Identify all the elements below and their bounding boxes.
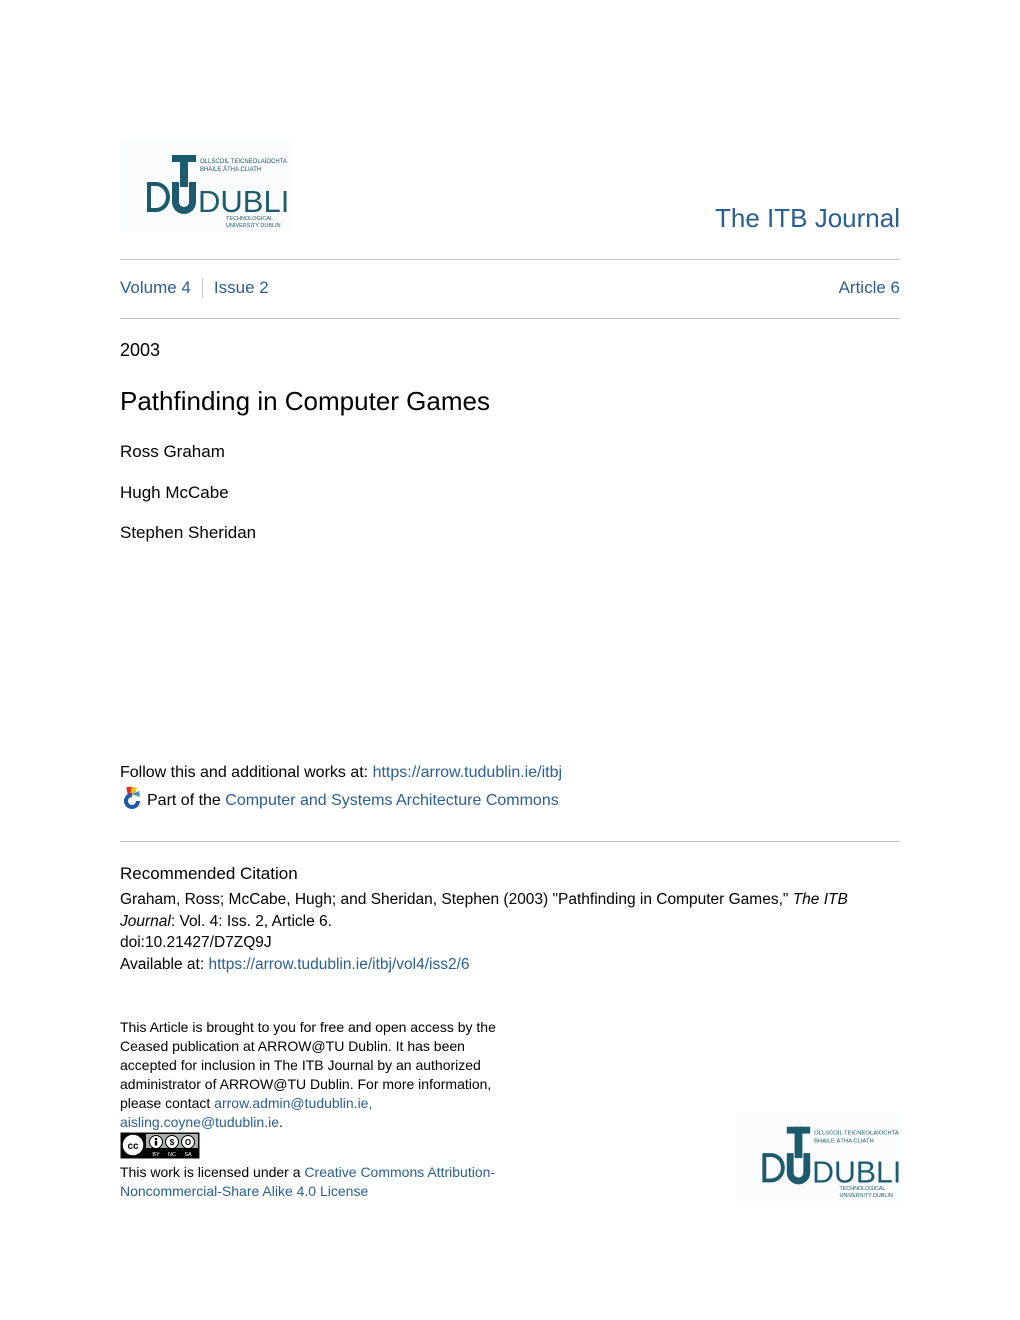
commons-link[interactable]: Computer and Systems Architecture Common… (225, 792, 558, 810)
available-label: Available at: (120, 955, 209, 973)
logo-english-line2: UNIVERSITY DUBLIN (226, 223, 281, 229)
author-name: Hugh McCabe (120, 483, 229, 502)
divider (120, 841, 900, 842)
author-name: Stephen Sheridan (120, 523, 257, 542)
svg-text:$: $ (170, 1138, 175, 1147)
citation-text: Graham, Ross; McCabe, Hugh; and Sheridan… (120, 891, 793, 908)
license-statement: This work is licensed under a Creative C… (120, 1163, 520, 1201)
logo-english-line1: TECHNOLOGICAL (226, 216, 273, 222)
logo-wordmark: DUBLIN (812, 1156, 902, 1189)
logo-irish-line2: BHAILE ÁTHA CLIATH (814, 1137, 874, 1144)
email-link-coyne[interactable]: aisling.coyne@tudublin.ie (120, 1114, 279, 1130)
citation-volume: : Vol. 4: Iss. 2, Article 6. (170, 912, 332, 930)
tu-dublin-logo-top: DUBLIN OLLSCOIL TEICNEOLAÍOCHTA BHAILE Á… (120, 140, 290, 232)
article-title: Pathfinding in Computer Games (120, 386, 490, 416)
part-of-label: Part of the (147, 792, 226, 809)
cc-license-badge[interactable]: cc $ O BY NC SA (120, 1132, 200, 1159)
logo-english-line1: TECHNOLOGICAL (840, 1186, 886, 1192)
volume-link[interactable]: Volume 4 (120, 278, 191, 298)
follow-url-link[interactable]: https://arrow.tudublin.ie/itbj (373, 764, 562, 781)
open-access-notice: This Article is brought to you for free … (120, 1018, 520, 1132)
badge-by: BY (152, 1152, 160, 1158)
citation-body: Graham, Ross; McCabe, Hugh; and Sheridan… (120, 889, 900, 975)
notice-end: . (278, 1114, 283, 1130)
license-label: This work is licensed under a (120, 1164, 305, 1180)
available-url-link[interactable]: https://arrow.tudublin.ie/itbj/vol4/iss2… (208, 956, 469, 973)
publication-year: 2003 (120, 340, 161, 360)
follow-label: Follow this and additional works at: (120, 764, 373, 781)
article-link[interactable]: Article 6 (839, 278, 900, 298)
citation-doi: doi:10.21427/D7ZQ9J (120, 934, 272, 951)
citation-heading: Recommended Citation (120, 864, 298, 883)
journal-title-link[interactable]: The ITB Journal (715, 203, 900, 234)
author-name: Ross Graham (120, 442, 225, 461)
cc-logo-text: cc (127, 1141, 139, 1152)
divider (120, 259, 900, 260)
issue-link[interactable]: Issue 2 (214, 278, 269, 298)
badge-nc: NC (168, 1152, 176, 1158)
svg-text:O: O (185, 1138, 191, 1147)
follow-line: Follow this and additional works at: htt… (120, 764, 562, 782)
email-link-admin[interactable]: arrow.admin@tudublin.ie, (214, 1095, 372, 1111)
logo-irish-line2: BHAILE ÁTHA CLIATH (200, 166, 261, 173)
logo-english-line2: UNIVERSITY DUBLIN (840, 1193, 893, 1199)
badge-sa: SA (184, 1152, 192, 1158)
issue-nav: Volume 4 Issue 2 (120, 278, 269, 298)
part-of-line: Part of the Computer and Systems Archite… (120, 786, 559, 810)
logo-irish-line1: OLLSCOIL TEICNEOLAÍOCHTA (814, 1130, 899, 1137)
logo-wordmark: DUBLIN (198, 184, 290, 219)
tu-dublin-logo-bottom: DUBLIN OLLSCOIL TEICNEOLAÍOCHTA BHAILE Á… (736, 1112, 902, 1202)
logo-irish-line1: OLLSCOIL TEICNEOLAÍOCHTA (200, 158, 287, 165)
nav-separator (201, 278, 203, 298)
bepress-commons-icon (120, 786, 144, 810)
divider (120, 318, 900, 319)
